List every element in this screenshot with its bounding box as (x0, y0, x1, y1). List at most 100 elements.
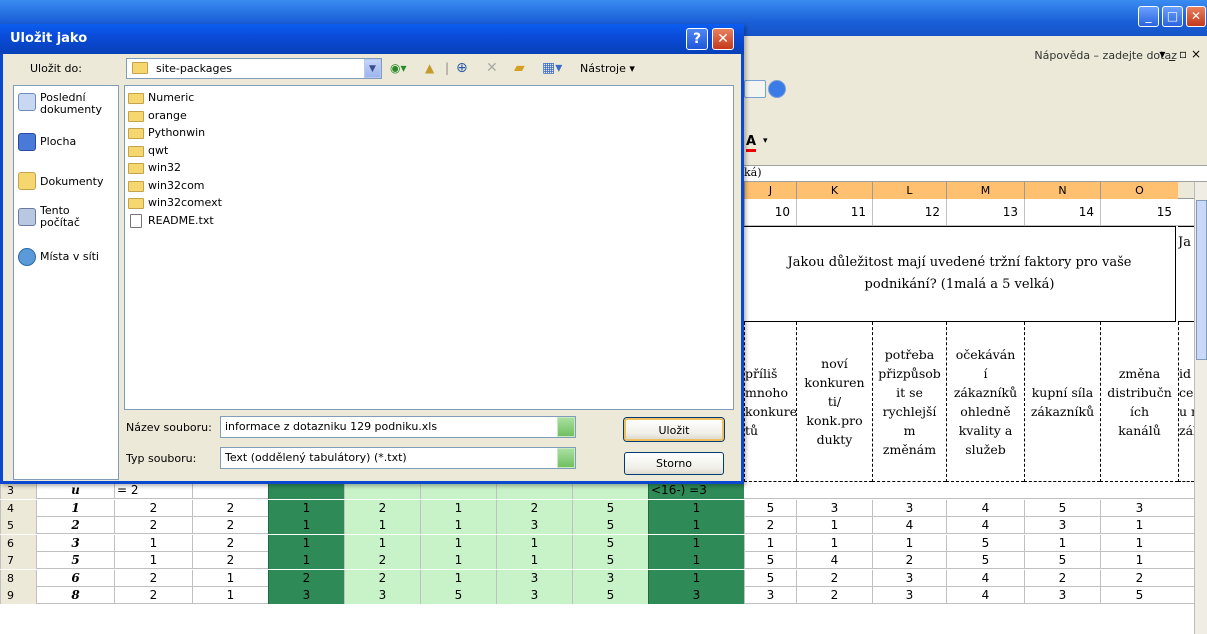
cell[interactable]: 5 (572, 552, 648, 569)
row-number[interactable]: 6 (0, 534, 36, 552)
cell[interactable]: 1 (344, 534, 420, 552)
cell[interactable]: 2 (496, 499, 572, 517)
cell[interactable]: 3 (496, 587, 572, 604)
subheader-cell[interactable]: potřeba přizpůsob it se rychlejší m změn… (872, 322, 946, 482)
cell[interactable]: u (36, 482, 114, 499)
vertical-scrollbar[interactable] (1194, 182, 1207, 634)
cell[interactable]: 2 (344, 499, 420, 517)
list-item[interactable]: win32 (128, 160, 181, 176)
cell[interactable]: 1 (114, 552, 192, 569)
place-recent-documents[interactable]: Poslední dokumenty (40, 92, 102, 116)
column-header-k[interactable]: K (796, 182, 872, 199)
cell[interactable]: 1 (36, 499, 114, 517)
cell[interactable]: 3 (344, 587, 420, 604)
cell[interactable]: 1 (1100, 517, 1178, 534)
list-item[interactable]: Pythonwin (128, 125, 205, 141)
cell[interactable]: 2 (796, 569, 872, 587)
cell[interactable]: 12 (872, 199, 946, 226)
cell[interactable]: 1 (420, 517, 496, 534)
cell[interactable]: 1 (648, 499, 744, 517)
close-icon[interactable]: ✕ (1186, 6, 1206, 27)
cell[interactable]: 2 (1100, 569, 1178, 587)
list-item[interactable]: README.txt (128, 213, 214, 229)
cell[interactable]: 4 (946, 587, 1024, 604)
cell[interactable] (192, 482, 268, 499)
row-number[interactable]: 7 (0, 552, 36, 569)
list-item[interactable]: qwt (128, 143, 168, 159)
row-number[interactable]: 3 (0, 482, 36, 499)
cell[interactable]: 5 (572, 499, 648, 517)
search-icon[interactable]: ⊕ (456, 59, 468, 78)
row-number[interactable]: 8 (0, 569, 36, 587)
cell[interactable]: 1 (1100, 552, 1178, 569)
cell[interactable]: 5 (572, 517, 648, 534)
row-number[interactable]: 5 (0, 517, 36, 534)
list-item[interactable]: orange (128, 108, 187, 124)
subheader-cell[interactable]: noví konkuren ti/ konk.pro dukty (796, 322, 872, 482)
up-folder-icon[interactable]: ▲ (425, 59, 434, 78)
dialog-titlebar[interactable] (0, 24, 744, 54)
subheader-cell[interactable]: id ce u r zál (1178, 322, 1194, 482)
cell[interactable]: 1 (114, 534, 192, 552)
cell[interactable]: 2 (114, 517, 192, 534)
views-icon[interactable]: ▦▾ (542, 59, 562, 78)
help-icon[interactable] (768, 80, 786, 98)
subheader-cell[interactable]: příliš mnoho konkuren tů (744, 322, 796, 482)
scrollbar-thumb[interactable] (1196, 200, 1207, 360)
cell[interactable]: 3 (872, 569, 946, 587)
column-header-m[interactable]: M (946, 182, 1024, 199)
cell[interactable]: 2 (1024, 569, 1100, 587)
subheader-cell[interactable]: očekáván í zákazníků ohledně kvality a s… (946, 322, 1024, 482)
cell[interactable]: 4 (946, 569, 1024, 587)
network-places-icon[interactable] (18, 248, 36, 266)
cell[interactable]: 5 (1100, 587, 1178, 604)
cell[interactable]: 1 (268, 534, 344, 552)
cell[interactable]: 1 (420, 569, 496, 587)
question-cell-next[interactable]: Ja (1178, 226, 1194, 322)
cell[interactable]: 5 (744, 499, 796, 517)
cell[interactable]: 3 (872, 587, 946, 604)
cell[interactable]: 1 (268, 517, 344, 534)
cell[interactable]: 3 (36, 534, 114, 552)
cell[interactable]: 3 (496, 517, 572, 534)
cell[interactable]: 3 (496, 569, 572, 587)
cell[interactable]: 1 (648, 534, 744, 552)
cell[interactable]: 2 (114, 587, 192, 604)
column-header-j[interactable]: J (744, 182, 796, 199)
cell[interactable]: 8 (36, 587, 114, 604)
cell[interactable]: 1 (268, 499, 344, 517)
cell[interactable]: 2 (192, 534, 268, 552)
question-cell[interactable]: Jakou důležitost mají uvedené tržní fakt… (743, 226, 1176, 322)
cell[interactable]: 10 (744, 199, 796, 226)
place-my-computer[interactable]: Tento počítač (40, 205, 80, 229)
cell[interactable]: 14 (1024, 199, 1100, 226)
cell[interactable]: 1 (872, 534, 946, 552)
cell[interactable]: 1 (1024, 534, 1100, 552)
cell[interactable]: 3 (1024, 587, 1100, 604)
cell[interactable]: 3 (648, 587, 744, 604)
cell[interactable]: 2 (114, 499, 192, 517)
cell[interactable]: 4 (946, 517, 1024, 534)
cell[interactable]: 2 (114, 569, 192, 587)
chevron-down-icon[interactable] (557, 417, 575, 437)
cell[interactable]: 15 (1100, 199, 1178, 226)
column-header-l[interactable]: L (872, 182, 946, 199)
cell[interactable]: 1 (420, 534, 496, 552)
file-list[interactable] (124, 85, 734, 410)
cell[interactable]: 5 (36, 552, 114, 569)
cell[interactable]: 5 (420, 587, 496, 604)
cell[interactable]: 2 (192, 499, 268, 517)
cell[interactable]: 1 (796, 517, 872, 534)
row-number[interactable]: 9 (0, 587, 36, 604)
cell[interactable] (268, 482, 344, 499)
cell[interactable] (420, 482, 496, 499)
place-network[interactable]: Místa v síti (40, 251, 99, 263)
cell[interactable]: 4 (796, 552, 872, 569)
subheader-cell[interactable]: kupní síla zákazníků (1024, 322, 1100, 482)
row-number[interactable]: 4 (0, 499, 36, 517)
chevron-down-icon[interactable] (557, 448, 575, 468)
cell[interactable]: 1 (192, 587, 268, 604)
cell[interactable]: 1 (648, 552, 744, 569)
cell[interactable]: 1 (796, 534, 872, 552)
cell[interactable]: 2 (344, 552, 420, 569)
